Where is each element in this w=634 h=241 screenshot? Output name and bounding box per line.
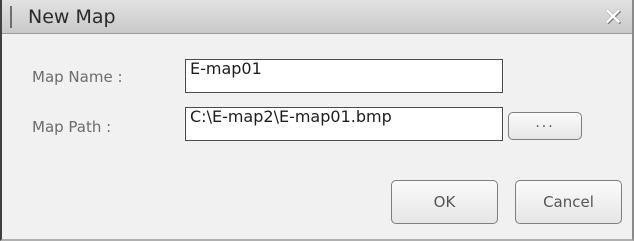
map-path-label: Map Path : xyxy=(32,118,112,136)
new-map-dialog: New Map ✕ Map Name : E-map01 Map Path : … xyxy=(0,0,634,241)
browse-button[interactable]: ... xyxy=(508,112,582,140)
close-button[interactable]: ✕ xyxy=(600,4,626,30)
map-name-label: Map Name : xyxy=(32,68,123,86)
ok-button[interactable]: OK xyxy=(391,180,498,224)
close-icon: ✕ xyxy=(602,3,624,31)
map-path-input[interactable]: C:\E-map2\E-map01.bmp xyxy=(185,107,503,141)
title-bar-grip xyxy=(10,6,12,28)
title-bar[interactable]: New Map ✕ xyxy=(2,0,632,34)
dialog-title: New Map xyxy=(28,6,116,28)
map-name-input[interactable]: E-map01 xyxy=(185,59,503,93)
cancel-button[interactable]: Cancel xyxy=(515,180,622,224)
